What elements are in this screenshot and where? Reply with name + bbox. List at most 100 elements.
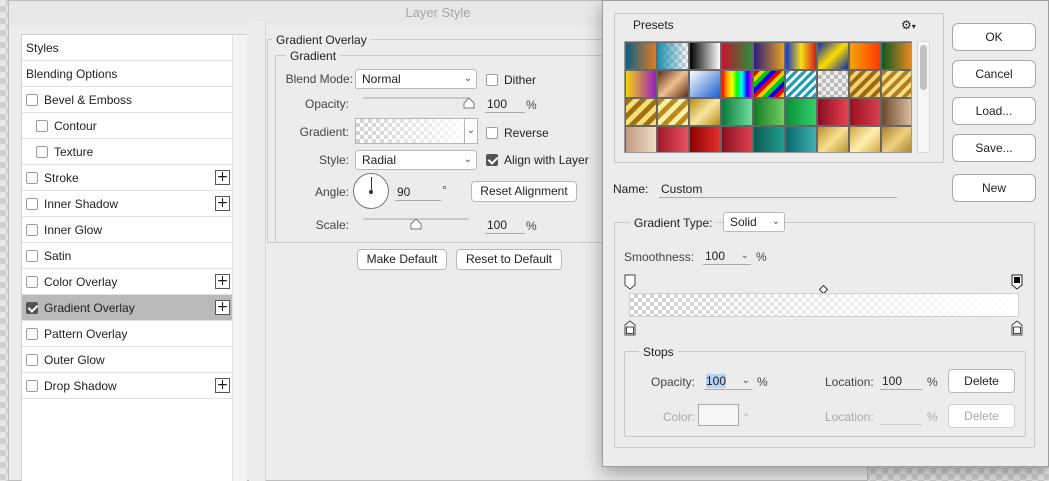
preset-swatch[interactable] bbox=[785, 70, 817, 98]
style-item[interactable]: Texture bbox=[22, 139, 232, 165]
color-stop-right[interactable] bbox=[1011, 320, 1023, 339]
preset-swatch[interactable] bbox=[753, 98, 785, 126]
align-with-layer-checkbox-box[interactable] bbox=[486, 154, 498, 166]
style-item[interactable]: Blending Options bbox=[22, 61, 232, 87]
gradient-style-select[interactable]: Radial ⌄ bbox=[355, 150, 477, 170]
gradient-type-select[interactable]: Solid ⌄ bbox=[723, 212, 785, 232]
style-item[interactable]: Satin bbox=[22, 243, 232, 269]
reverse-checkbox-box[interactable] bbox=[486, 127, 498, 139]
style-item-checkbox[interactable] bbox=[26, 379, 38, 392]
opacity-stop-left[interactable] bbox=[624, 274, 636, 293]
scale-input[interactable]: 100 bbox=[485, 216, 525, 234]
angle-input[interactable]: 90 bbox=[395, 183, 441, 201]
preset-swatch[interactable] bbox=[721, 98, 753, 126]
style-item-checkbox[interactable] bbox=[26, 197, 38, 210]
angle-dial[interactable] bbox=[353, 173, 389, 209]
dither-checkbox[interactable]: Dither bbox=[486, 73, 536, 87]
preset-swatch[interactable] bbox=[817, 98, 849, 126]
color-location-input[interactable] bbox=[880, 407, 922, 425]
style-item[interactable]: Inner Shadow + bbox=[22, 191, 232, 217]
style-item[interactable]: Styles bbox=[22, 35, 232, 61]
gradient-preview[interactable] bbox=[355, 118, 476, 144]
preset-swatch[interactable] bbox=[721, 126, 753, 152]
opacity-stop-right-selected[interactable] bbox=[1011, 274, 1023, 293]
reverse-checkbox[interactable]: Reverse bbox=[486, 126, 549, 140]
reset-to-default-button[interactable]: Reset to Default bbox=[456, 249, 562, 270]
gradient-picker-chevron[interactable]: ⌄ bbox=[464, 118, 478, 144]
preset-swatch[interactable] bbox=[625, 126, 657, 152]
align-with-layer-checkbox[interactable]: Align with Layer bbox=[486, 153, 589, 167]
make-default-button[interactable]: Make Default bbox=[357, 249, 447, 270]
preset-swatch[interactable] bbox=[785, 126, 817, 152]
opacity-input[interactable]: 100 bbox=[485, 95, 525, 113]
style-item[interactable]: Contour bbox=[22, 113, 232, 139]
style-item[interactable]: Outer Glow bbox=[22, 347, 232, 373]
preset-swatch[interactable] bbox=[881, 70, 911, 98]
color-stop-left[interactable] bbox=[624, 320, 636, 339]
presets-scrollbar-thumb[interactable] bbox=[920, 45, 927, 90]
delete-color-stop-button[interactable]: Delete bbox=[948, 404, 1015, 428]
style-item-checkbox[interactable] bbox=[26, 249, 38, 262]
preset-swatch[interactable] bbox=[625, 42, 657, 70]
dither-checkbox-box[interactable] bbox=[486, 74, 498, 86]
preset-swatch[interactable] bbox=[625, 98, 657, 126]
preset-swatch[interactable] bbox=[849, 98, 881, 126]
style-item[interactable]: Bevel & Emboss bbox=[22, 87, 232, 113]
style-item-checkbox[interactable] bbox=[26, 353, 38, 366]
add-style-icon[interactable]: + bbox=[215, 170, 230, 185]
preset-swatch[interactable] bbox=[625, 70, 657, 98]
smoothness-input[interactable]: 100 ⌄ bbox=[703, 247, 751, 265]
preset-swatch[interactable] bbox=[721, 70, 753, 98]
preset-swatch[interactable] bbox=[881, 126, 911, 152]
reset-alignment-button[interactable]: Reset Alignment bbox=[471, 181, 577, 202]
style-item[interactable]: Drop Shadow + bbox=[22, 373, 232, 399]
add-style-icon[interactable]: + bbox=[215, 274, 230, 289]
preset-swatch[interactable] bbox=[689, 126, 721, 152]
presets-scrollbar[interactable] bbox=[917, 41, 930, 153]
gradient-preview-bar[interactable] bbox=[629, 293, 1019, 317]
style-item-checkbox[interactable] bbox=[26, 301, 38, 314]
preset-swatch[interactable] bbox=[881, 98, 911, 126]
preset-swatch[interactable] bbox=[657, 98, 689, 126]
preset-swatch[interactable] bbox=[849, 42, 881, 70]
stop-location-input[interactable]: 100 bbox=[880, 372, 922, 390]
preset-swatch[interactable] bbox=[689, 98, 721, 126]
stop-color-swatch[interactable] bbox=[698, 404, 739, 426]
preset-swatch[interactable] bbox=[753, 70, 785, 98]
preset-swatch[interactable] bbox=[657, 126, 689, 152]
style-item[interactable]: Color Overlay + bbox=[22, 269, 232, 295]
style-item-checkbox[interactable] bbox=[26, 327, 38, 340]
new-button[interactable]: New bbox=[952, 174, 1036, 202]
add-style-icon[interactable]: + bbox=[215, 378, 230, 393]
style-item-checkbox[interactable] bbox=[36, 145, 48, 158]
preset-swatch[interactable] bbox=[721, 42, 753, 70]
preset-swatch[interactable] bbox=[753, 42, 785, 70]
preset-swatch[interactable] bbox=[689, 42, 721, 70]
ok-button[interactable]: OK bbox=[952, 23, 1036, 51]
preset-swatch[interactable] bbox=[785, 42, 817, 70]
add-style-icon[interactable]: + bbox=[215, 196, 230, 211]
save-button[interactable]: Save... bbox=[952, 134, 1036, 162]
style-item[interactable]: Pattern Overlay bbox=[22, 321, 232, 347]
style-item-checkbox[interactable] bbox=[26, 275, 38, 288]
preset-swatch[interactable] bbox=[785, 98, 817, 126]
opacity-slider-track[interactable] bbox=[363, 97, 469, 99]
preset-swatch[interactable] bbox=[657, 70, 689, 98]
preset-swatch[interactable] bbox=[689, 70, 721, 98]
blend-mode-select[interactable]: Normal ⌄ bbox=[355, 69, 477, 89]
delete-opacity-stop-button[interactable]: Delete bbox=[948, 369, 1015, 393]
style-item[interactable]: Stroke + bbox=[22, 165, 232, 191]
style-item-checkbox[interactable] bbox=[26, 171, 38, 184]
style-item[interactable]: Gradient Overlay + bbox=[22, 295, 232, 321]
add-style-icon[interactable]: + bbox=[215, 300, 230, 315]
preset-swatch[interactable] bbox=[817, 70, 849, 98]
gradient-name-input[interactable]: Custom bbox=[659, 180, 897, 198]
styles-list-scrollbar[interactable] bbox=[232, 35, 247, 481]
cancel-button[interactable]: Cancel bbox=[952, 60, 1036, 88]
style-item[interactable]: Inner Glow bbox=[22, 217, 232, 243]
style-item-checkbox[interactable] bbox=[26, 93, 38, 106]
stop-opacity-input[interactable]: 100 ⌄ bbox=[704, 372, 752, 390]
style-item-checkbox[interactable] bbox=[36, 119, 48, 132]
gear-icon[interactable]: ⚙▾ bbox=[901, 18, 916, 32]
style-item-checkbox[interactable] bbox=[26, 223, 38, 236]
